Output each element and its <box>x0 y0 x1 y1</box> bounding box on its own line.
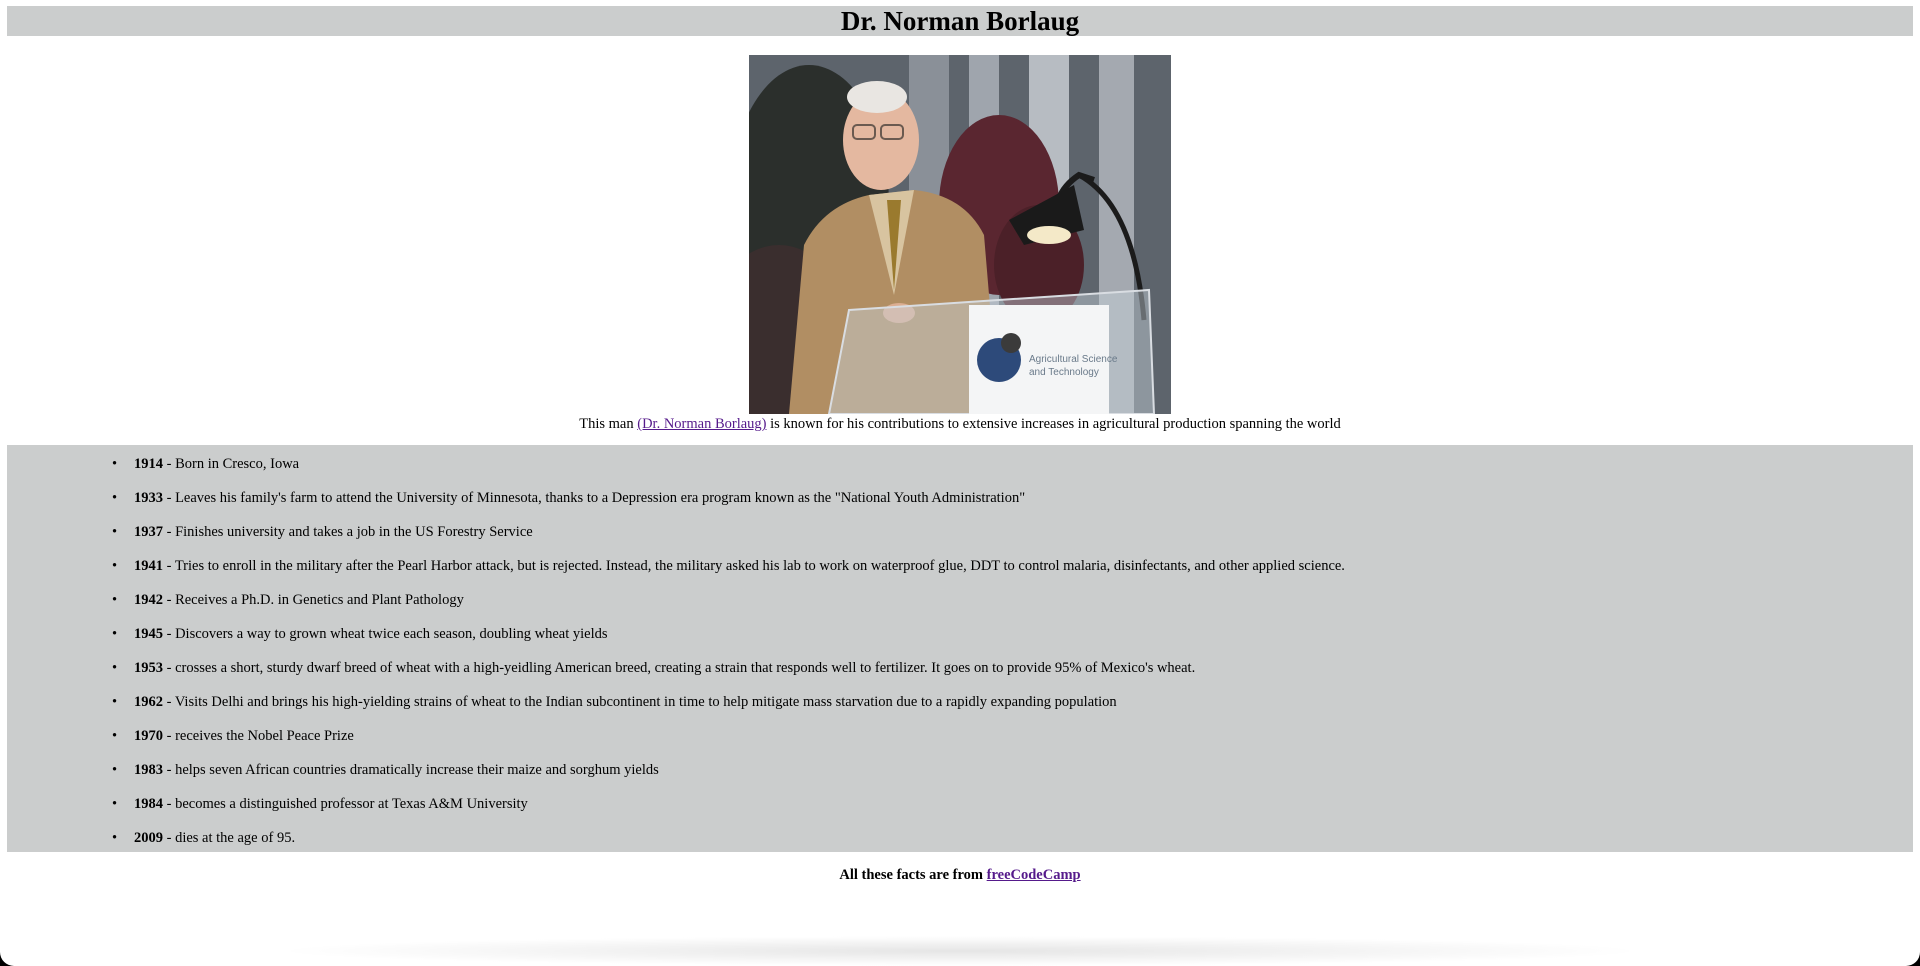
timeline-item: 1984 - becomes a distinguished professor… <box>112 795 528 813</box>
timeline-text: - crosses a short, sturdy dwarf breed of… <box>163 660 1196 676</box>
timeline-year: 1942 <box>134 592 163 608</box>
timeline-year: 1984 <box>134 796 163 812</box>
timeline-year: 1983 <box>134 762 163 778</box>
image-caption: This man (Dr. Norman Borlaug) is known f… <box>0 415 1920 433</box>
bottom-shadow <box>270 936 1650 966</box>
timeline-text: - dies at the age of 95. <box>163 830 296 846</box>
timeline-year: 2009 <box>134 830 163 846</box>
timeline-item: 1983 - helps seven African countries dra… <box>112 761 659 779</box>
timeline-text: - Finishes university and takes a job in… <box>163 524 533 540</box>
timeline-item: 1945 - Discovers a way to grown wheat tw… <box>112 625 608 643</box>
timeline-year: 1962 <box>134 694 163 710</box>
timeline-year: 1945 <box>134 626 163 642</box>
timeline-item: 1970 - receives the Nobel Peace Prize <box>112 727 354 745</box>
timeline-item: 1937 - Finishes university and takes a j… <box>112 523 533 541</box>
portrait-photo-illustration: Agricultural Science and Technology <box>749 55 1171 414</box>
timeline-text: - receives the Nobel Peace Prize <box>163 728 354 744</box>
podium-text-line1: Agricultural Science <box>1029 354 1118 365</box>
timeline-year: 1914 <box>134 456 163 472</box>
timeline-text: - Receives a Ph.D. in Genetics and Plant… <box>163 592 464 608</box>
timeline-text: - Born in Cresco, Iowa <box>163 456 300 472</box>
caption-suffix: is known for his contributions to extens… <box>766 416 1341 432</box>
podium-text-line2: and Technology <box>1029 367 1099 378</box>
timeline-text: - helps seven African countries dramatic… <box>163 762 659 778</box>
timeline-year: 1941 <box>134 558 163 574</box>
title-banner: Dr. Norman Borlaug <box>7 6 1913 36</box>
page-window: Dr. Norman Borlaug Agricultural Science … <box>0 0 1920 966</box>
timeline-year: 1953 <box>134 660 163 676</box>
timeline-item: 2009 - dies at the age of 95. <box>112 829 296 847</box>
source-footer: All these facts are from freeCodeCamp <box>0 866 1920 884</box>
timeline-item: 1962 - Visits Delhi and brings his high-… <box>112 693 1117 711</box>
timeline-item: 1941 - Tries to enroll in the military a… <box>112 557 1345 575</box>
timeline-item: 1942 - Receives a Ph.D. in Genetics and … <box>112 591 464 609</box>
borlaug-link[interactable]: (Dr. Norman Borlaug) <box>637 416 766 432</box>
freecodecamp-link[interactable]: freeCodeCamp <box>987 867 1081 883</box>
timeline-text: - becomes a distinguished professor at T… <box>163 796 528 812</box>
timeline-text: - Leaves his family's farm to attend the… <box>163 490 1026 506</box>
caption-prefix: This man <box>579 416 638 432</box>
timeline-text: - Tries to enroll in the military after … <box>163 558 1345 574</box>
footer-prefix: All these facts are from <box>839 867 987 883</box>
timeline-item: 1953 - crosses a short, sturdy dwarf bre… <box>112 659 1196 677</box>
timeline-item: 1914 - Born in Cresco, Iowa <box>112 455 300 473</box>
timeline-year: 1933 <box>134 490 163 506</box>
timeline-item: 1933 - Leaves his family's farm to atten… <box>112 489 1026 507</box>
timeline-text: - Visits Delhi and brings his high-yield… <box>163 694 1117 710</box>
page-title: Dr. Norman Borlaug <box>840 6 1080 36</box>
timeline-year: 1970 <box>134 728 163 744</box>
timeline-year: 1937 <box>134 524 163 540</box>
timeline-section: 1914 - Born in Cresco, Iowa 1933 - Leave… <box>7 445 1913 852</box>
timeline-text: - Discovers a way to grown wheat twice e… <box>163 626 608 642</box>
portrait-image: Agricultural Science and Technology <box>749 55 1171 414</box>
